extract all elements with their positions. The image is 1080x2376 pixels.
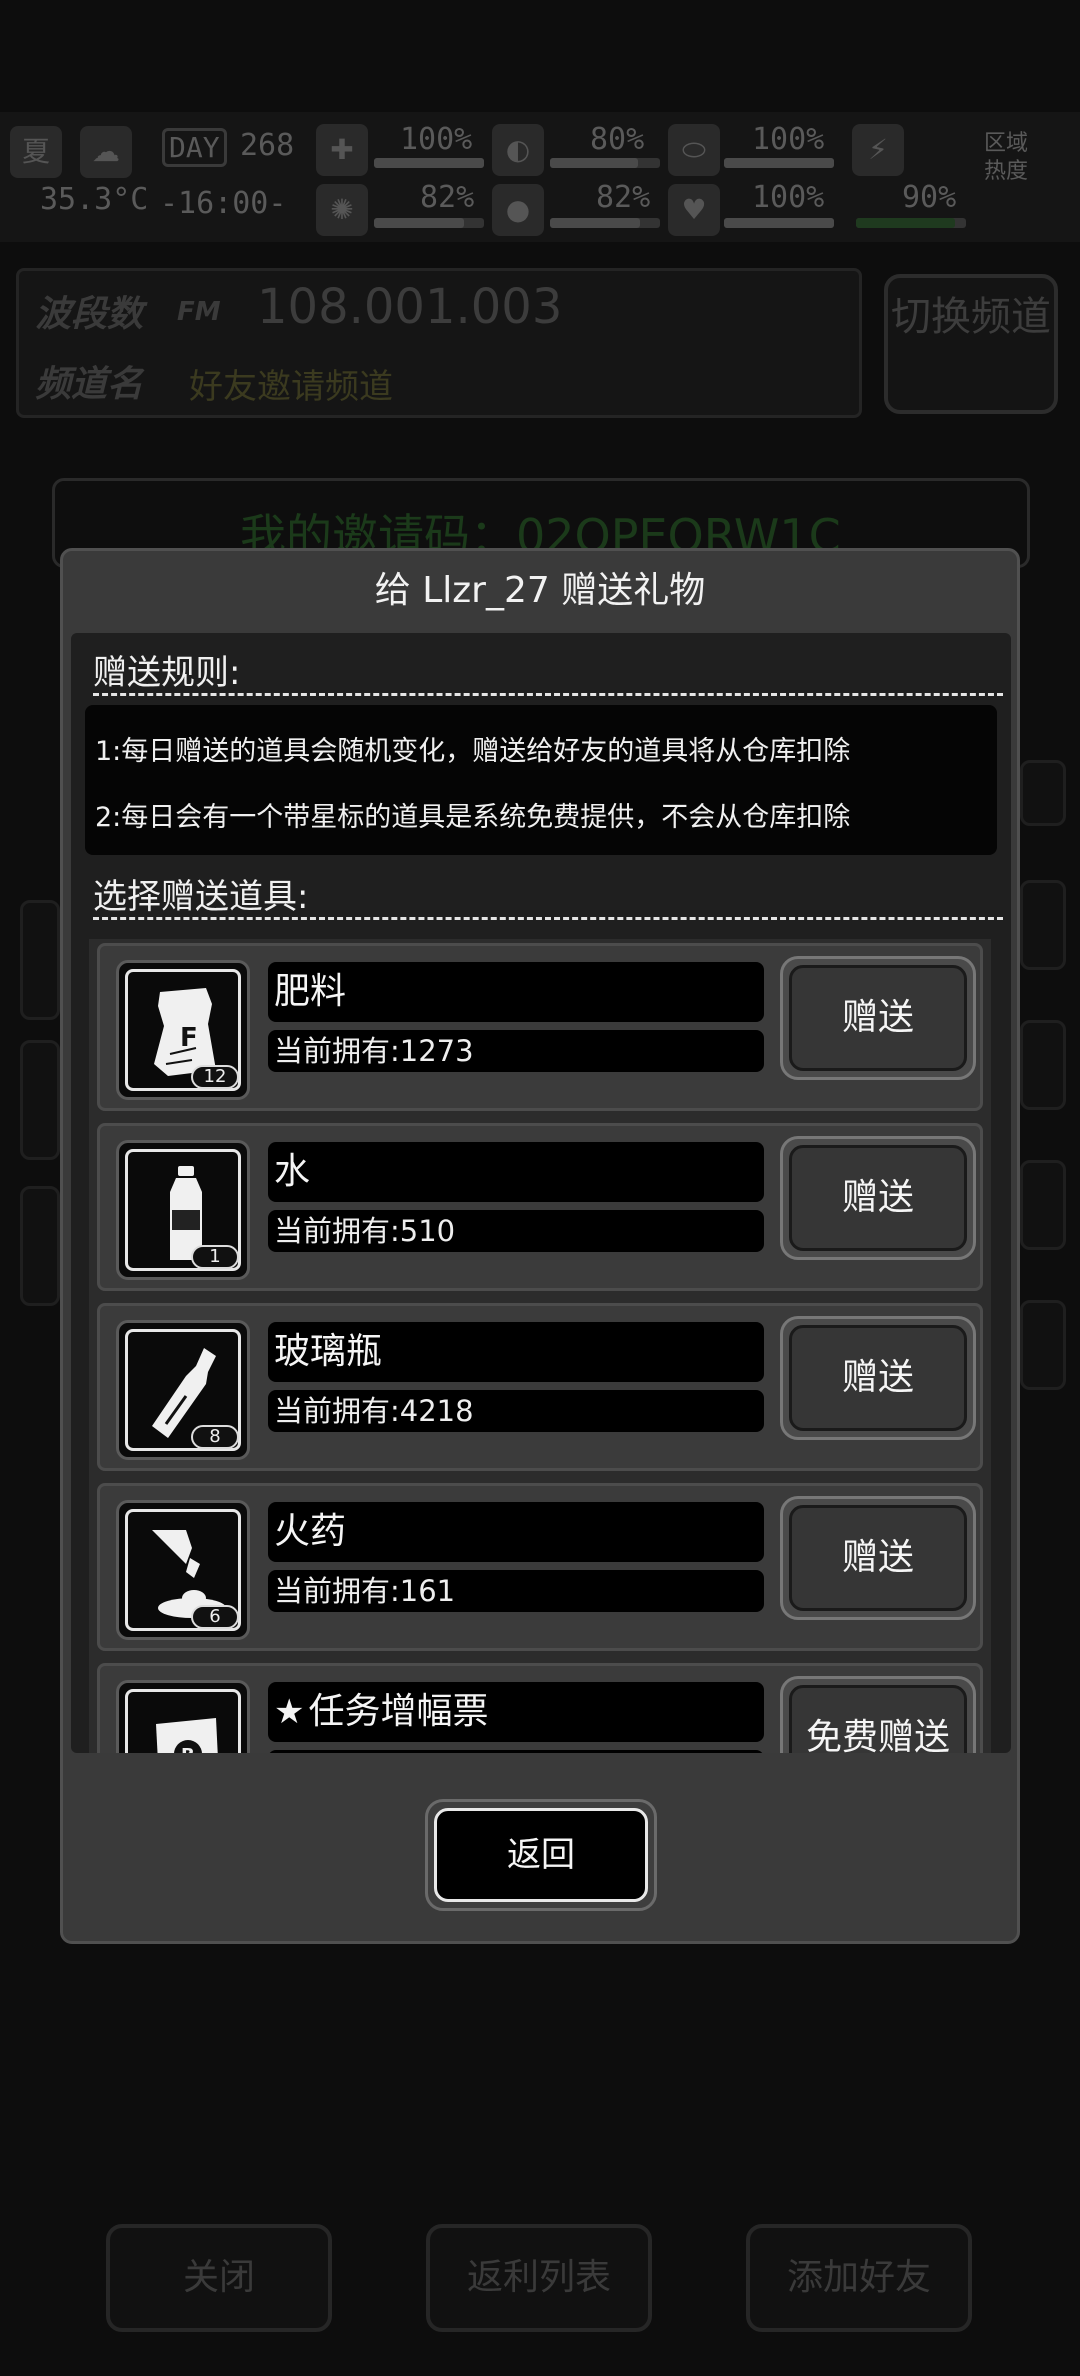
stat-bar-mind [374,218,484,228]
give-button-label: 赠送 [789,1505,967,1611]
divider [93,917,1003,920]
item-icon-frame: 6 [116,1500,250,1640]
friend-row-bg [1020,880,1066,970]
dialog-content: 赠送规则: 1:每日赠送的道具会随机变化，赠送给好友的道具将从仓库扣除 2:每日… [71,633,1011,1753]
gift-item: F 12 肥料 当前拥有:1273 赠送 [97,943,983,1111]
channel-label: 频道名 [35,364,144,405]
item-name: 火药 [268,1502,764,1562]
divider [93,693,1003,696]
rules-box: 1:每日赠送的道具会随机变化，赠送给好友的道具将从仓库扣除 2:每日会有一个带星… [85,705,997,855]
free-give-button[interactable]: 免费赠送 [780,1676,976,1753]
dialog-title: 给 Llzr_27 赠送礼物 [374,570,706,611]
item-icon-frame: B [116,1680,250,1753]
stat-value-hunger: 80% [590,122,645,157]
friend-row-bg [20,1186,60,1306]
gift-item: 6 火药 当前拥有:161 赠送 [97,1483,983,1651]
give-button-label: 赠送 [789,965,967,1071]
band-value: 108.001.003 [257,279,563,335]
item-icon-frame: 1 [116,1140,250,1280]
stomach-icon: ◐ [492,124,544,176]
band-label: 波段数 [35,294,144,335]
stat-bar-medicine [724,158,834,168]
rule-line-1: 1:每日赠送的道具会随机变化，赠送给好友的道具将从仓库扣除 [95,736,851,767]
friend-row-bg [1020,1020,1066,1110]
temperature: 35.3°C [40,182,149,217]
gift-item: 1 水 当前拥有:510 赠送 [97,1123,983,1291]
stat-value-health: 100% [400,122,473,157]
brain-icon: ✺ [316,184,368,236]
item-name: 肥料 [268,962,764,1022]
free-give-button-label: 免费赠送 [789,1685,967,1753]
radio-panel: 波段数 FM 108.001.003 频道名 好友邀请频道 [16,268,862,418]
star-icon: ★ [274,1692,305,1732]
stat-bar-stamina [856,218,966,228]
give-button[interactable]: 赠送 [780,956,976,1080]
stat-value-mood: 100% [752,180,825,215]
give-button-label: 赠送 [789,1145,967,1251]
medkit-icon: ✚ [316,124,368,176]
give-button[interactable]: 赠送 [780,1316,976,1440]
item-quantity-badge: 12 [191,1065,239,1089]
rules-title: 赠送规则: [93,653,241,693]
fm-label: FM [177,297,221,327]
stat-bar-hunger [550,158,660,168]
item-quantity-badge: 6 [191,1605,239,1629]
pill-icon: ⬭ [668,124,720,176]
region-heat-label: 区域热度 [984,131,1029,184]
channel-value: 好友邀请频道 [189,367,393,407]
gift-item-starred: B ★ 任务增幅票 免费赠送 [97,1663,983,1753]
give-button-label: 赠送 [789,1325,967,1431]
item-icon-frame: 8 [116,1320,250,1460]
stat-bar-health [374,158,484,168]
stat-value-water: 82% [596,180,651,215]
item-quantity-badge: 8 [191,1425,239,1449]
select-items-title: 选择赠送道具: [93,877,309,917]
item-name: ★ 任务增幅票 [268,1682,764,1742]
stat-value-medicine: 100% [752,122,825,157]
item-icon-frame: F 12 [116,960,250,1100]
cloud-rain-icon: ☁ [80,126,132,178]
gift-item: 8 玻璃瓶 当前拥有:4218 赠送 [97,1303,983,1471]
day-label: DAY [162,128,227,167]
close-button[interactable]: 关闭 [106,2224,332,2332]
item-count: 当前拥有:510 [268,1210,764,1252]
day-number: 268 [240,128,295,163]
item-name: 玻璃瓶 [268,1322,764,1382]
item-name: 水 [268,1142,764,1202]
time: -16:00- [160,186,287,221]
water-drop-icon: ● [492,184,544,236]
heart-icon: ♥ [668,184,720,236]
friend-row-bg [1020,1300,1066,1390]
friend-row-bg [20,1040,60,1160]
friend-row-bg [1020,760,1066,826]
give-button[interactable]: 赠送 [780,1136,976,1260]
item-count [268,1750,764,1753]
item-count: 当前拥有:161 [268,1570,764,1612]
give-button[interactable]: 赠送 [780,1496,976,1620]
item-count: 当前拥有:1273 [268,1030,764,1072]
stamina-icon: ⚡ [852,124,904,176]
stat-bar-water [550,218,660,228]
gift-dialog: 给 Llzr_27 赠送礼物 赠送规则: 1:每日赠送的道具会随机变化，赠送给好… [60,548,1020,1944]
season-icon: 夏 [10,126,62,178]
status-bar: 夏 ☁ 35.3°C DAY 268 -16:00- ✚ 100% ◐ 80% … [0,112,1080,242]
task-ticket-icon: B [156,1718,218,1753]
svg-text:B: B [181,1745,195,1753]
friend-row-bg [20,900,60,1020]
stat-bar-mood [724,218,834,228]
rule-line-2: 2:每日会有一个带星标的道具是系统免费提供，不会从仓库扣除 [95,802,851,833]
switch-channel-button[interactable]: 切换频道 [884,274,1058,414]
back-button-label: 返回 [434,1808,648,1902]
add-friend-button[interactable]: 添加好友 [746,2224,972,2332]
gift-item-list[interactable]: F 12 肥料 当前拥有:1273 赠送 1 水 当前拥有:510 赠送 8 玻… [89,939,991,1753]
back-button[interactable]: 返回 [425,1799,657,1911]
stat-value-mind: 82% [420,180,475,215]
item-quantity-badge: 1 [191,1245,239,1269]
item-count: 当前拥有:4218 [268,1390,764,1432]
friend-row-bg [1020,1160,1066,1250]
stat-value-stamina: 90% [902,180,957,215]
rebate-list-button[interactable]: 返利列表 [426,2224,652,2332]
